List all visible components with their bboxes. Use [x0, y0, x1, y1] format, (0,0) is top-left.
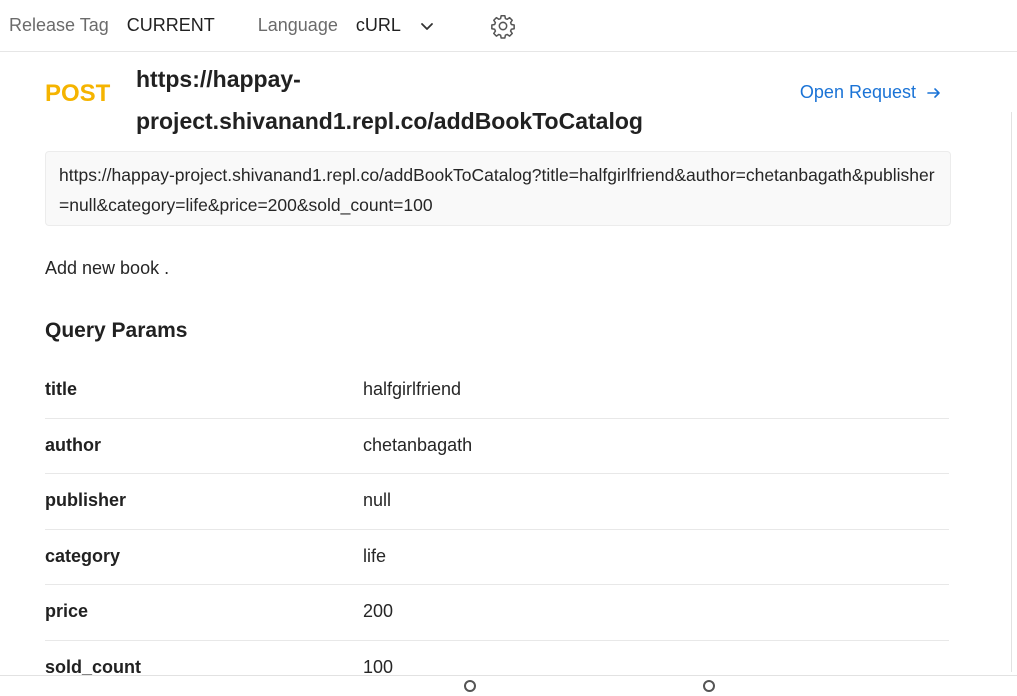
param-key: title [45, 379, 77, 400]
param-key: author [45, 435, 101, 456]
gear-icon[interactable] [490, 13, 516, 39]
language-label: Language [258, 15, 338, 36]
param-value: 200 [363, 601, 393, 622]
language-select[interactable]: cURL [356, 15, 401, 36]
param-value: chetanbagath [363, 435, 472, 456]
scrollbar-track[interactable] [1011, 112, 1012, 672]
param-row: price 200 [45, 585, 949, 641]
release-tag-select[interactable]: CURRENT [127, 15, 215, 36]
http-method-badge: POST [45, 80, 110, 108]
request-description: Add new book . [45, 258, 169, 279]
param-value: life [363, 546, 386, 567]
top-bar: Release Tag CURRENT Language cURL [0, 0, 1017, 52]
param-key: category [45, 546, 120, 567]
arrow-right-icon[interactable] [926, 85, 942, 101]
release-tag-label: Release Tag [9, 15, 109, 36]
param-value: halfgirlfriend [363, 379, 461, 400]
param-row: category life [45, 530, 949, 586]
open-request-link[interactable]: Open Request [800, 82, 942, 103]
bottom-toolbar [0, 675, 1017, 688]
full-request-url: https://happay-project.shivanand1.repl.c… [45, 151, 951, 226]
query-params-heading: Query Params [45, 319, 187, 343]
request-url-title: https://happay-project.shivanand1.repl.c… [136, 58, 696, 142]
toolbar-icon[interactable] [464, 680, 476, 692]
param-row: title halfgirlfriend [45, 363, 949, 419]
param-key: price [45, 601, 88, 622]
toolbar-icon[interactable] [703, 680, 715, 692]
param-row: author chetanbagath [45, 419, 949, 475]
param-key: publisher [45, 490, 126, 511]
param-row: publisher null [45, 474, 949, 530]
request-header: POST https://happay-project.shivanand1.r… [45, 58, 950, 136]
open-request-label[interactable]: Open Request [800, 82, 916, 103]
chevron-down-icon[interactable] [419, 18, 435, 34]
query-params-table: title halfgirlfriend author chetanbagath… [45, 363, 949, 696]
param-value: null [363, 490, 391, 511]
